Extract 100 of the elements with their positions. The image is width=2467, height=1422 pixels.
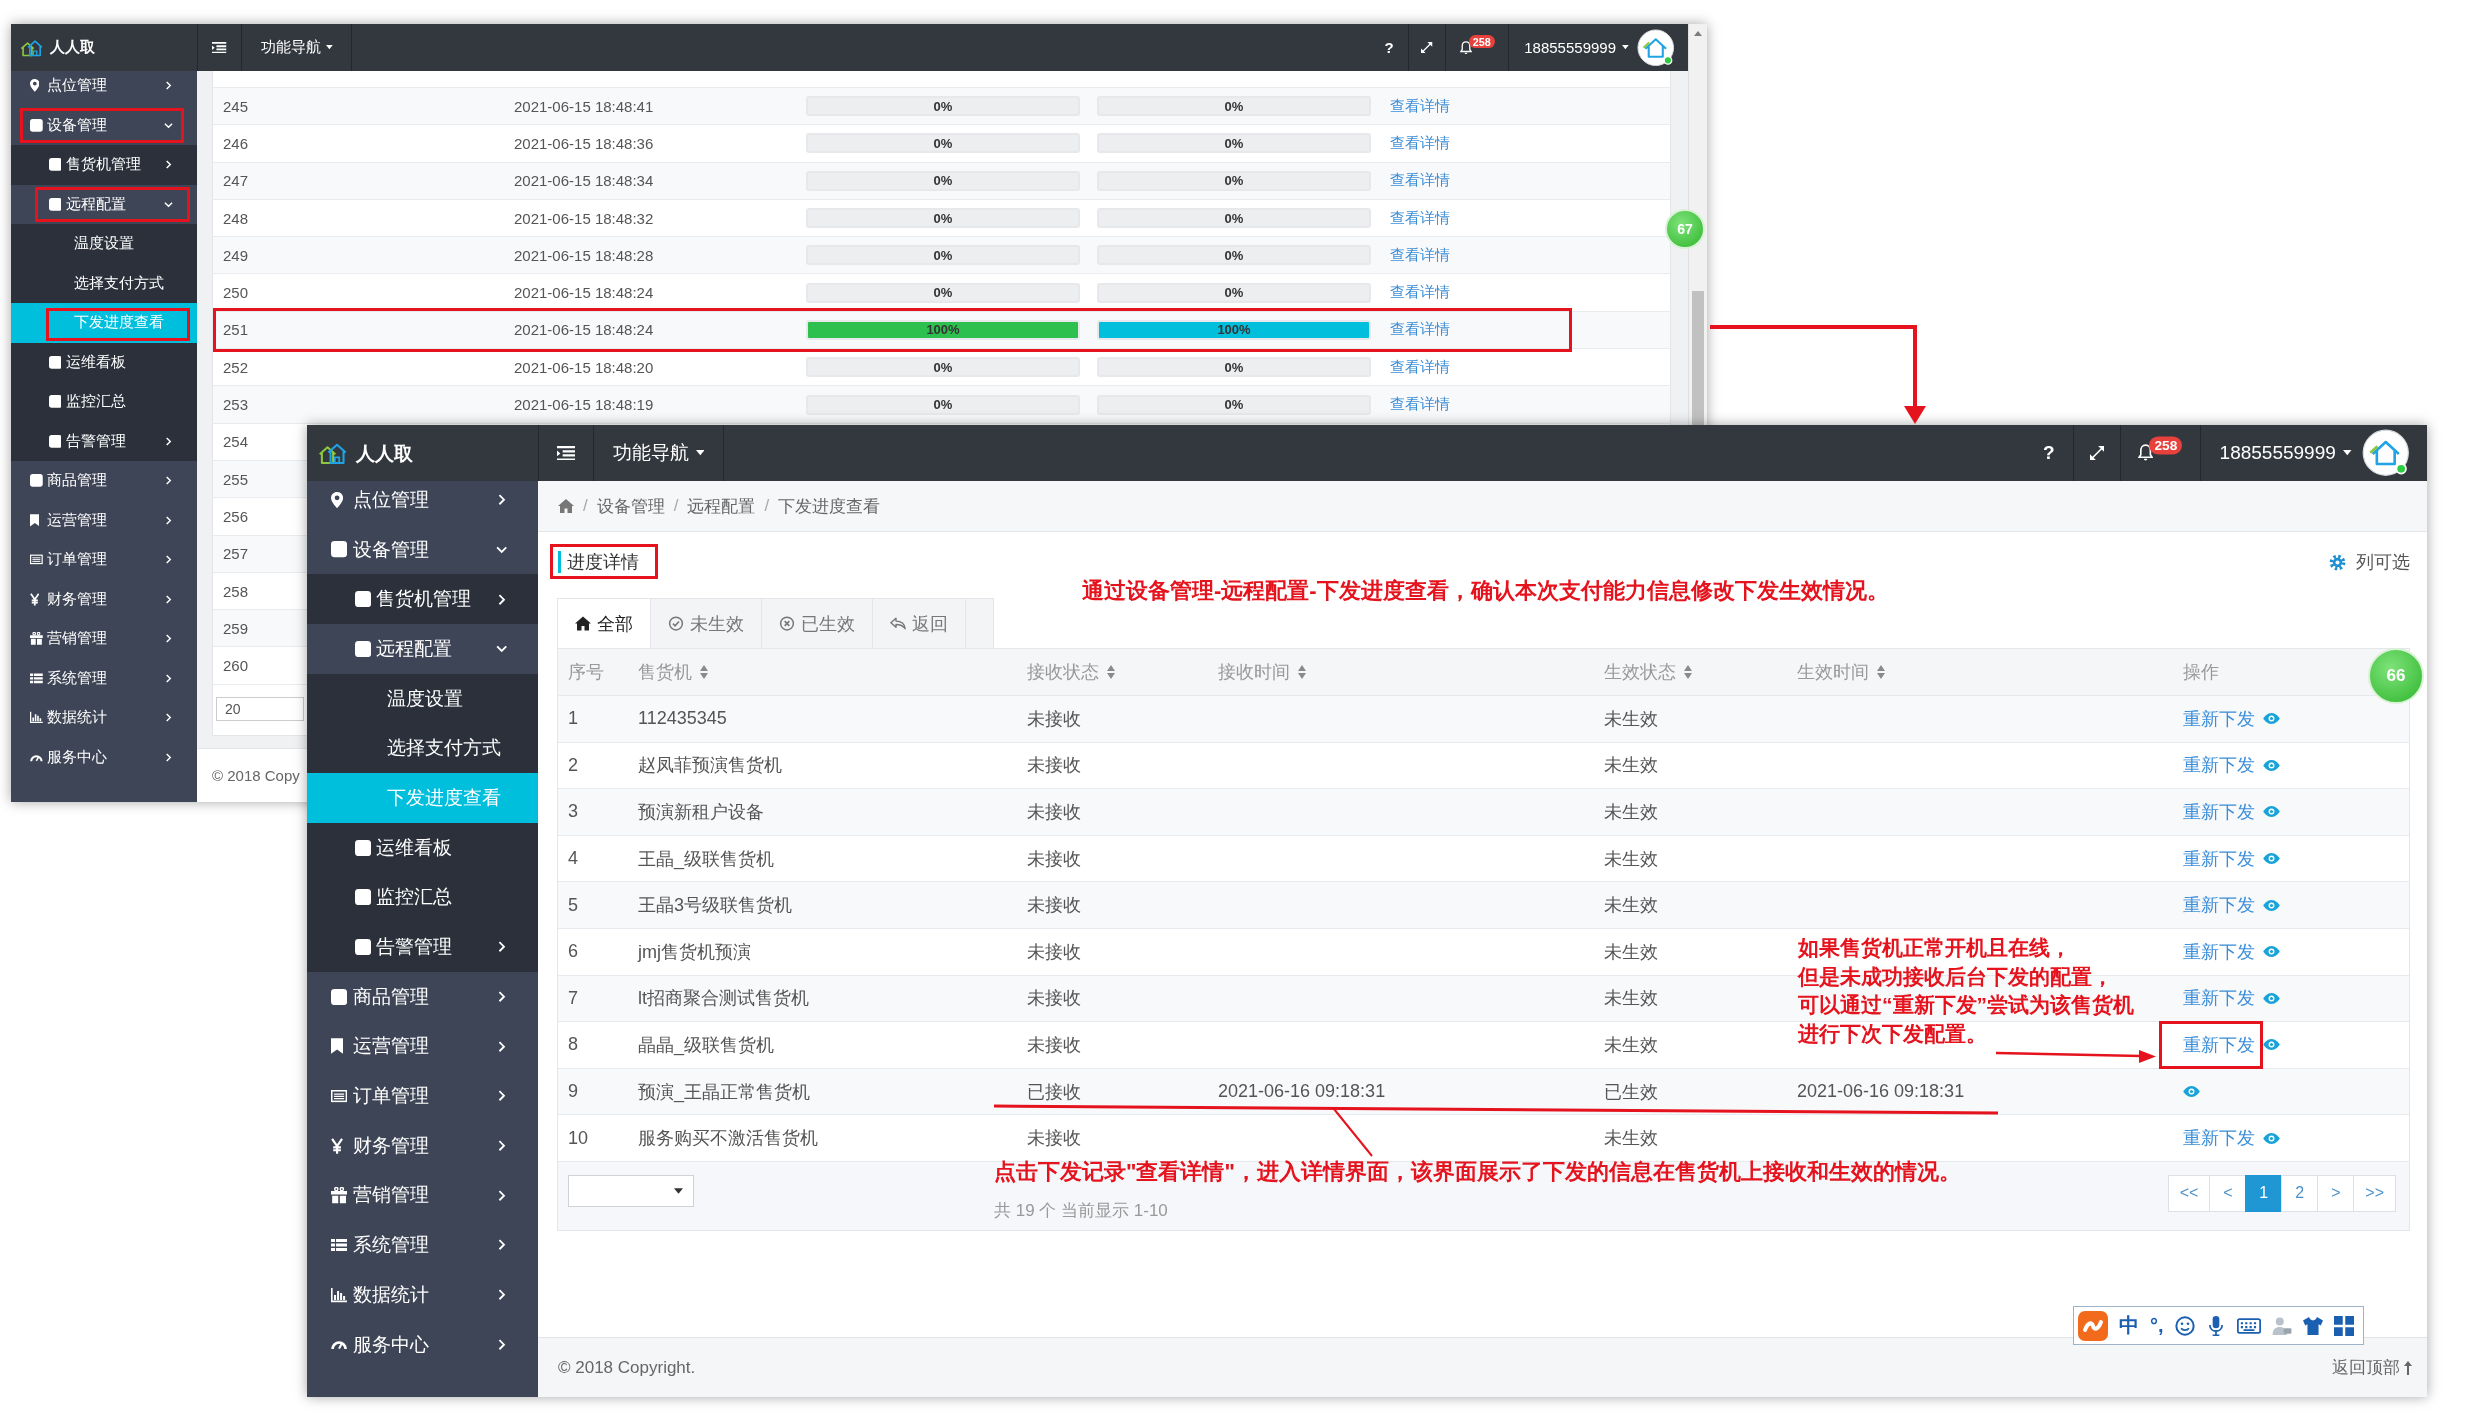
sidebar-item[interactable]: 财务管理 — [11, 579, 197, 619]
back-to-top-link[interactable]: 返回顶部 — [2332, 1356, 2412, 1379]
scrollbar-thumb[interactable] — [1692, 291, 1704, 425]
keyboard-icon[interactable] — [2236, 1317, 2261, 1334]
view-details-link[interactable]: 查看详情 — [1390, 208, 1450, 228]
help-button[interactable]: ? — [2025, 425, 2073, 481]
resend-link[interactable]: 重新下发 — [2183, 753, 2255, 778]
resend-link[interactable]: 重新下发 — [2183, 846, 2255, 871]
table-cell: 2021-06-15 18:48:28 — [514, 246, 654, 264]
table-cell-text: 未接收 — [1027, 707, 1081, 731]
resend-link[interactable]: 重新下发 — [2183, 1126, 2255, 1151]
table-cell-text: 未接收 — [1027, 754, 1081, 778]
column-picker-button[interactable]: 列可选 — [2329, 550, 2410, 574]
square-icon — [48, 158, 62, 172]
person-icon[interactable] — [2271, 1315, 2292, 1336]
breadcrumb-link[interactable]: 设备管理 — [596, 494, 665, 518]
sidebar-item[interactable]: 数据统计 — [307, 1270, 538, 1320]
avatar-icon[interactable] — [2362, 429, 2410, 477]
eye-icon[interactable] — [2263, 853, 2280, 865]
leader-line — [1333, 1108, 1373, 1157]
ime-mode-button[interactable]: 中 — [2119, 1312, 2139, 1339]
sidebar-item[interactable]: 选择支付方式 — [307, 723, 538, 774]
eye-icon[interactable] — [2263, 713, 2280, 725]
table-cell: 2021-06-15 18:48:19 — [514, 396, 654, 413]
page-size-select[interactable] — [568, 1174, 694, 1207]
eye-icon[interactable] — [2263, 992, 2280, 1004]
table-cell: 257 — [223, 545, 249, 563]
table-cell: 4 — [568, 848, 578, 870]
sidebar-item[interactable]: 服务中心 — [11, 737, 197, 777]
view-details-link[interactable]: 查看详情 — [1390, 133, 1450, 153]
smiley-icon[interactable] — [2174, 1315, 2195, 1336]
arrow-up-icon — [2404, 1360, 2412, 1375]
sidebar-item[interactable]: 订单管理 — [11, 540, 197, 580]
sidebar-item[interactable]: 服务中心 — [307, 1319, 538, 1370]
sidebar-item[interactable]: 运维看板 — [307, 822, 538, 873]
sidebar-item[interactable]: 监控汇总 — [11, 382, 197, 422]
expand-arrows-icon — [2089, 445, 2104, 461]
sidebar-item[interactable]: 运维看板 — [11, 342, 197, 382]
table-cell-text: 未接收 — [1027, 1033, 1081, 1057]
sidebar-item[interactable]: 营销管理 — [307, 1170, 538, 1221]
sidebar-item[interactable]: 监控汇总 — [307, 872, 538, 923]
page-button[interactable]: > — [2317, 1174, 2355, 1212]
page-button[interactable]: < — [2209, 1174, 2247, 1212]
table-cell: 9 — [568, 1081, 578, 1103]
square-icon — [48, 395, 62, 409]
sidebar-item[interactable]: 商品管理 — [11, 461, 197, 501]
x-circle-icon — [779, 616, 795, 631]
eye-icon[interactable] — [2263, 1039, 2280, 1051]
table-cell: 247 — [223, 172, 249, 190]
sidebar-item[interactable]: 点位管理 — [307, 481, 538, 525]
eye-icon[interactable] — [2183, 1086, 2200, 1098]
sidebar-item[interactable]: 温度设置 — [11, 224, 197, 264]
avatar-icon[interactable] — [1637, 28, 1675, 67]
sidebar-item[interactable]: 告警管理 — [11, 421, 197, 461]
eye-icon[interactable] — [2263, 899, 2280, 911]
sidebar-item[interactable]: 系统管理 — [11, 658, 197, 698]
sidebar-item[interactable]: 售货机管理 — [307, 574, 538, 625]
table-cell: 2021-06-15 18:48:41 — [514, 97, 654, 115]
view-details-link[interactable]: 查看详情 — [1390, 283, 1450, 303]
sidebar-item[interactable]: 营销管理 — [11, 619, 197, 659]
sidebar-item[interactable]: 点位管理 — [11, 71, 197, 106]
scroll-up-arrow-icon[interactable] — [1694, 31, 1702, 36]
resend-link[interactable]: 重新下发 — [2183, 939, 2255, 964]
help-button[interactable]: ? — [1370, 24, 1408, 71]
ime-punctuation-button[interactable]: °, — [2150, 1314, 2164, 1337]
sidebar-item[interactable]: 订单管理 — [307, 1071, 538, 1121]
eye-icon[interactable] — [2263, 946, 2280, 958]
breadcrumb-link[interactable]: 远程配置 — [687, 494, 756, 518]
progress-label: 0% — [1224, 359, 1244, 375]
table-cell-text: 预演_王晶正常售货机 — [638, 1080, 810, 1104]
sidebar-item[interactable]: 运营管理 — [11, 500, 197, 540]
eye-icon[interactable] — [2263, 806, 2280, 818]
view-details-link[interactable]: 查看详情 — [1390, 357, 1450, 377]
home-icon[interactable] — [558, 499, 574, 513]
eye-icon[interactable] — [2263, 1132, 2280, 1144]
sidebar-item[interactable]: 告警管理 — [307, 922, 538, 972]
sidebar-item[interactable]: 财务管理 — [307, 1120, 538, 1171]
progress-label: 0% — [933, 135, 953, 151]
ime-logo-icon[interactable] — [2078, 1310, 2108, 1341]
sidebar-item[interactable]: 商品管理 — [307, 971, 538, 1022]
page-button[interactable]: << — [2167, 1174, 2211, 1212]
sidebar-item[interactable]: 系统管理 — [307, 1220, 538, 1270]
sidebar-item[interactable]: 运营管理 — [307, 1021, 538, 1072]
table-cell-text: 未接收 — [1027, 801, 1081, 824]
sidebar-item[interactable]: 温度设置 — [307, 673, 538, 724]
sidebar-item[interactable]: 远程配置 — [307, 624, 538, 674]
sidebar-item[interactable]: 售货机管理 — [11, 145, 197, 185]
progress-label: 100% — [926, 322, 960, 338]
table-cell: 1 — [568, 708, 578, 730]
sidebar-item[interactable]: 选择支付方式 — [11, 263, 197, 303]
page-button[interactable]: >> — [2353, 1174, 2396, 1212]
tab[interactable]: 全部 — [558, 599, 651, 648]
page-size-select[interactable]: 20 — [216, 696, 304, 721]
resend-link[interactable]: 重新下发 — [2183, 1032, 2255, 1057]
eye-icon[interactable] — [2263, 759, 2280, 771]
grid-icon[interactable] — [2333, 1315, 2354, 1336]
sidebar-item[interactable]: 数据统计 — [11, 698, 197, 738]
shirt-icon[interactable] — [2302, 1315, 2323, 1336]
notification-badge: 258 — [2149, 436, 2183, 455]
progress-label: 0% — [1224, 173, 1244, 189]
